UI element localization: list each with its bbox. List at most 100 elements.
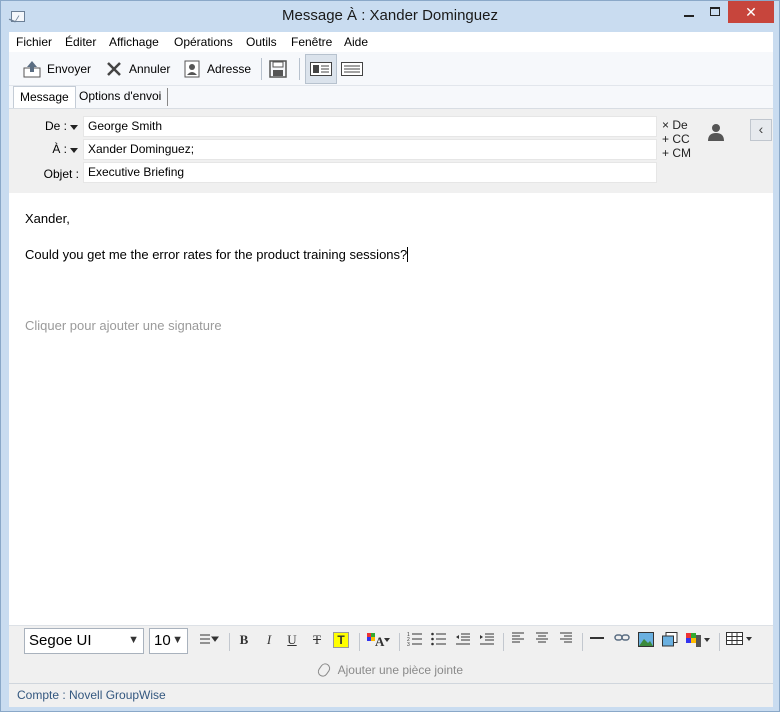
align-left-button[interactable] (510, 632, 526, 650)
menu-outils[interactable]: Outils (246, 35, 277, 49)
align-right-icon (560, 632, 572, 643)
increase-indent-icon (480, 633, 494, 645)
format-separator (359, 633, 360, 651)
address-book-icon (184, 60, 200, 78)
font-family-select[interactable]: Segoe UI ▼ (24, 628, 144, 654)
paperclip-icon (315, 661, 333, 679)
tab-message[interactable]: Message (13, 86, 76, 108)
signature-placeholder[interactable]: Cliquer pour ajouter une signature (25, 318, 222, 333)
maximize-button[interactable] (701, 1, 729, 23)
from-option[interactable]: × De (662, 118, 688, 132)
align-center-icon (536, 632, 548, 643)
save-button[interactable] (269, 57, 293, 81)
menu-fenetre[interactable]: Fenêtre (291, 35, 332, 49)
svg-text:3: 3 (407, 642, 410, 646)
insert-picture-button[interactable] (661, 632, 679, 650)
attach-label: Ajouter une pièce jointe (337, 663, 464, 677)
to-field[interactable]: Xander Dominguez; (83, 139, 657, 160)
increase-indent-button[interactable] (478, 632, 496, 650)
insert-table-button[interactable] (726, 632, 754, 650)
cancel-label: Annuler (129, 62, 171, 76)
line-spacing-icon (200, 634, 219, 644)
insert-link-button[interactable] (613, 632, 631, 650)
menu-bar: Fichier Éditer Affichage Opérations Outi… (9, 32, 773, 52)
plain-text-view-icon (341, 62, 363, 76)
bullet-list-icon (431, 632, 446, 646)
save-disk-icon (269, 60, 287, 78)
compose-window: Message À : Xander Dominguez ✕ Fichier É… (0, 0, 780, 712)
bc-option[interactable]: + CM (662, 146, 691, 160)
send-button[interactable]: Envoyer (23, 57, 91, 81)
view-text-button[interactable] (341, 57, 363, 81)
attach-file-button[interactable]: Ajouter une pièce jointe (9, 657, 773, 683)
format-separator (399, 633, 400, 651)
from-field[interactable]: George Smith (83, 116, 657, 137)
title-bar[interactable]: Message À : Xander Dominguez ✕ (1, 1, 779, 31)
numbered-list-button[interactable]: 123 (406, 632, 424, 650)
text-color-icon: A (367, 633, 390, 649)
formatting-toolbar: Segoe UI ▼ 10 ▼ B I U T T A 1 2 3 (9, 625, 773, 657)
font-size-select[interactable]: 10 ▼ (149, 628, 188, 654)
body-text-line: Could you get me the error rates for the… (25, 247, 409, 262)
image-icon (638, 632, 654, 647)
toolbar-separator (299, 58, 300, 80)
minimize-button[interactable] (675, 1, 703, 23)
cc-option-label: CC (672, 132, 690, 146)
link-icon (614, 634, 630, 641)
bc-option-label: CM (672, 146, 692, 160)
cc-option[interactable]: + CC (662, 132, 690, 146)
decrease-indent-button[interactable] (454, 632, 472, 650)
horizontal-line-icon (590, 637, 604, 639)
to-dropdown-icon[interactable] (70, 148, 78, 153)
numbered-list-icon: 123 (407, 632, 422, 648)
menu-aide[interactable]: Aide (344, 35, 368, 49)
bullet-list-button[interactable] (430, 632, 448, 650)
format-separator (503, 633, 504, 651)
toolbar: Envoyer Annuler Adresse (9, 52, 773, 86)
message-body[interactable]: Xander, Could you get me the error rates… (9, 193, 773, 625)
address-book-button[interactable]: Adresse (183, 57, 251, 81)
subject-field[interactable]: Executive Briefing (83, 162, 657, 183)
body-greeting: Xander, (25, 211, 70, 226)
highlight-button[interactable]: T (333, 632, 349, 648)
plus-icon: + (662, 146, 670, 160)
insert-image-button[interactable] (637, 632, 655, 650)
window-title: Message À : Xander Dominguez (282, 7, 498, 24)
bold-button[interactable]: B (237, 632, 251, 650)
align-center-button[interactable] (534, 632, 550, 650)
menu-editer[interactable]: Éditer (65, 35, 96, 49)
emoticon-button[interactable] (685, 632, 711, 650)
menu-operations[interactable]: Opérations (174, 35, 233, 49)
chevron-left-icon: ‹ (758, 121, 764, 137)
underline-button[interactable]: U (285, 632, 299, 650)
html-view-icon (310, 62, 332, 76)
align-left-icon (512, 632, 524, 643)
minimize-icon (684, 15, 694, 17)
view-html-button[interactable] (305, 54, 337, 84)
font-family-value: Segoe UI (29, 632, 92, 649)
tab-send-options[interactable]: Options d'envoi (73, 88, 169, 106)
italic-button[interactable]: I (262, 632, 276, 650)
strikethrough-button[interactable]: T (310, 632, 324, 650)
horizontal-line-button[interactable] (589, 632, 605, 650)
plus-icon: + (662, 132, 670, 146)
collapse-panel-button[interactable]: ‹ (750, 119, 772, 141)
from-label: De : (44, 119, 67, 133)
align-right-button[interactable] (558, 632, 574, 650)
cancel-button[interactable]: Annuler (105, 57, 170, 81)
remove-icon: × (662, 118, 670, 132)
table-icon (726, 632, 752, 645)
picture-frame-icon (662, 632, 678, 647)
cancel-x-icon (107, 62, 121, 76)
menu-affichage[interactable]: Affichage (109, 35, 159, 49)
chevron-down-icon: ▼ (128, 634, 139, 646)
from-option-label: De (672, 118, 688, 132)
close-button[interactable]: ✕ (728, 1, 774, 23)
status-bar: Compte : Novell GroupWise (9, 683, 773, 707)
from-dropdown-icon[interactable] (70, 125, 78, 130)
line-spacing-button[interactable] (197, 632, 223, 650)
font-size-value: 10 (154, 632, 171, 649)
contact-person-icon[interactable] (707, 123, 725, 141)
menu-fichier[interactable]: Fichier (16, 35, 52, 49)
text-color-button[interactable]: A (365, 632, 391, 650)
